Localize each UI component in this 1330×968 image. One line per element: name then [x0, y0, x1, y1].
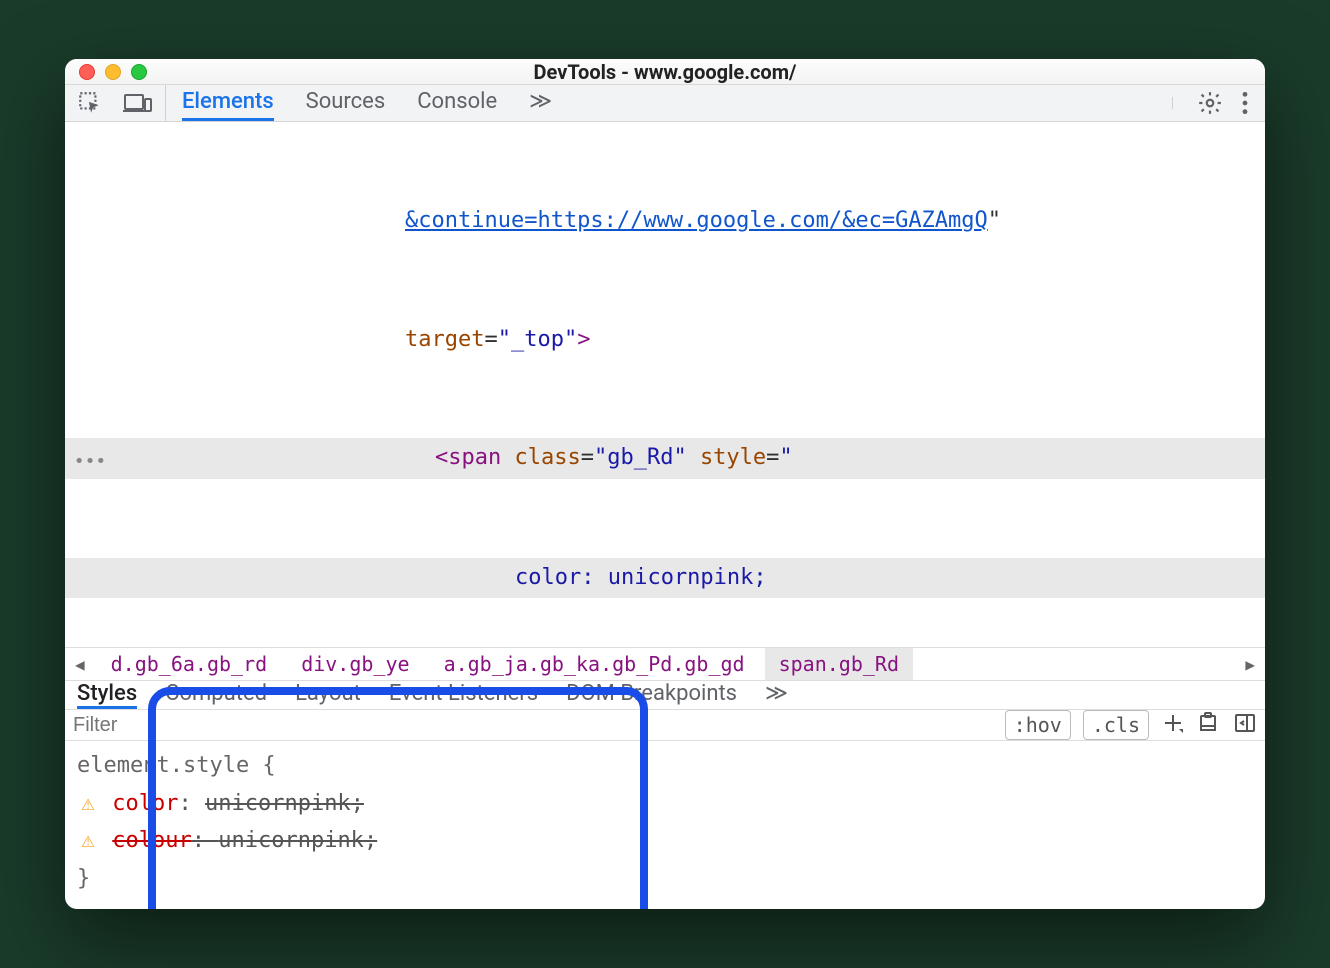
cls-toggle[interactable]: .cls: [1083, 710, 1149, 740]
toolbar-left: [73, 85, 166, 120]
style-declaration[interactable]: ⚠ colour: unicornpink;: [77, 822, 1253, 859]
dom-selected-node[interactable]: ••• <span class="gb_Rd" style=": [65, 438, 1265, 478]
breadcrumb-scroll-left-icon[interactable]: ◀: [69, 655, 91, 674]
tab-elements[interactable]: Elements: [182, 85, 274, 120]
more-subtabs-button[interactable]: ≫: [765, 681, 788, 709]
inspect-element-icon[interactable]: [77, 90, 103, 116]
styles-filter-row: :hov .cls: [65, 710, 1265, 741]
dom-url-text[interactable]: &continue=https://www.google.com/&ec=GAZ…: [405, 208, 988, 233]
dom-breadcrumb: ◀ d.gb_6a.gb_rd div.gb_ye a.gb_ja.gb_ka.…: [65, 647, 1265, 681]
warning-icon: ⚠: [77, 785, 99, 822]
breadcrumb-item[interactable]: a.gb_ja.gb_ka.gb_Pd.gb_gd: [430, 648, 759, 680]
sidebar-tabs: Styles Computed Layout Event Listeners D…: [65, 681, 1265, 710]
breadcrumb-item-active[interactable]: span.gb_Rd: [765, 648, 913, 680]
subtab-layout[interactable]: Layout: [295, 681, 361, 709]
style-declaration[interactable]: ⚠ color: unicornpink;: [77, 785, 1253, 822]
new-style-rule-icon[interactable]: [1161, 711, 1185, 739]
tab-sources[interactable]: Sources: [306, 85, 386, 120]
kebab-menu-icon[interactable]: [1241, 90, 1249, 116]
close-window-button[interactable]: [79, 64, 95, 80]
tab-console[interactable]: Console: [417, 85, 497, 120]
styles-filter-input[interactable]: [73, 714, 993, 737]
subtab-dom-breakpoints[interactable]: DOM Breakpoints: [566, 681, 737, 709]
subtab-computed[interactable]: Computed: [165, 681, 267, 709]
main-toolbar: Elements Sources Console ≫: [65, 85, 1265, 121]
subtab-styles[interactable]: Styles: [77, 681, 137, 709]
breadcrumb-item[interactable]: div.gb_ye: [287, 648, 423, 680]
style-rules[interactable]: element.style { ⚠ color: unicornpink; ⚠ …: [65, 741, 1265, 909]
toggle-sidebar-icon[interactable]: [1233, 711, 1257, 739]
rule-close-brace: }: [77, 866, 90, 891]
device-toolbar-icon[interactable]: [123, 90, 153, 116]
toolbar-right: [1166, 85, 1257, 120]
breadcrumb-scroll-right-icon[interactable]: ▶: [1239, 655, 1261, 674]
panel-tabs: Elements Sources Console ≫: [182, 85, 1166, 120]
expand-marker-icon[interactable]: •••: [65, 438, 115, 478]
subtab-event-listeners[interactable]: Event Listeners: [389, 681, 538, 709]
minimize-window-button[interactable]: [105, 64, 121, 80]
zoom-window-button[interactable]: [131, 64, 147, 80]
window-title: DevTools - www.google.com/: [65, 60, 1265, 84]
copy-styles-icon[interactable]: [1197, 711, 1221, 739]
hov-toggle[interactable]: :hov: [1005, 710, 1071, 740]
more-tabs-button[interactable]: ≫: [529, 85, 552, 120]
titlebar: DevTools - www.google.com/: [65, 59, 1265, 85]
devtools-window: DevTools - www.google.com/ Elements Sour…: [65, 59, 1265, 909]
settings-icon[interactable]: [1197, 90, 1223, 116]
divider: [1172, 97, 1173, 108]
dom-tree[interactable]: &continue=https://www.google.com/&ec=GAZ…: [65, 122, 1265, 648]
breadcrumb-item[interactable]: d.gb_6a.gb_rd: [97, 648, 282, 680]
rule-selector: element.style {: [77, 753, 276, 778]
warning-icon: ⚠: [77, 822, 99, 859]
window-controls: [79, 64, 147, 80]
